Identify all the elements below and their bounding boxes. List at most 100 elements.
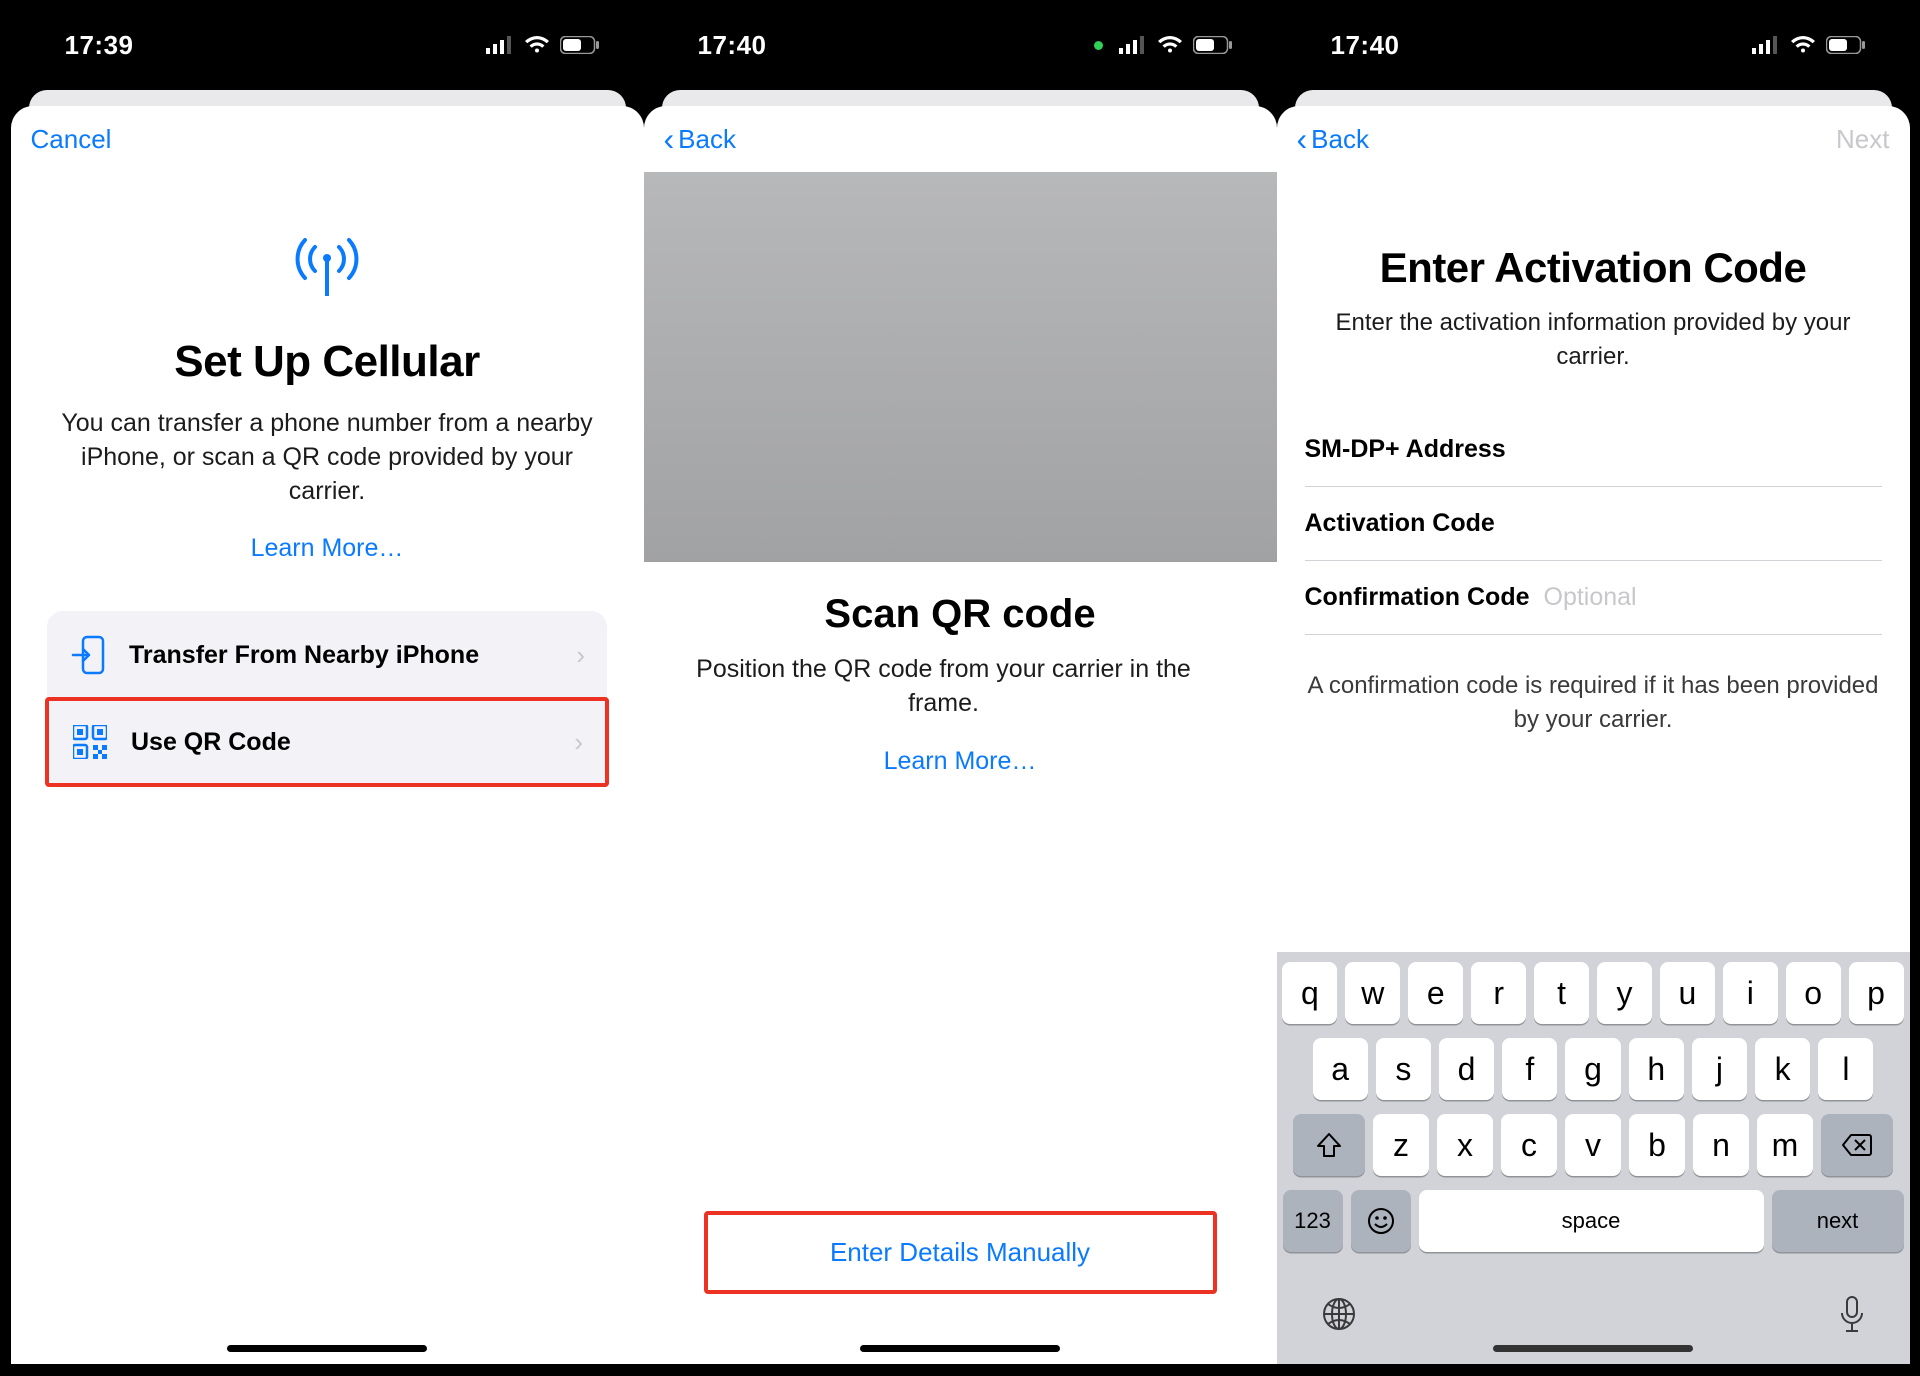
keyboard-row-2: a s d f g h j k l [1283,1038,1904,1100]
page-title: Scan QR code [674,592,1247,637]
key-emoji[interactable] [1351,1190,1411,1252]
back-label: Back [1311,124,1369,155]
field-confirmation-code[interactable]: Confirmation Code Optional [1305,561,1882,635]
field-smdp-address[interactable]: SM-DP+ Address [1305,413,1882,487]
modal-sheet: Cancel Set Up Cellular [11,106,644,1364]
key-next[interactable]: next [1772,1190,1904,1252]
wifi-icon [1790,35,1816,55]
key-numeric[interactable]: 123 [1283,1190,1343,1252]
page-body: You can transfer a phone number from a n… [57,407,597,508]
key-l[interactable]: l [1818,1038,1873,1100]
key-p[interactable]: p [1849,962,1904,1024]
keyboard: q w e r t y u i o p a s d [1277,952,1910,1364]
emoji-icon [1367,1207,1395,1235]
key-h[interactable]: h [1629,1038,1684,1100]
back-button[interactable]: ‹ Back [664,123,736,155]
back-label: Back [678,124,736,155]
key-b[interactable]: b [1629,1114,1685,1176]
key-q[interactable]: q [1282,962,1337,1024]
shift-icon [1316,1132,1342,1158]
key-a[interactable]: a [1313,1038,1368,1100]
page-subtitle: Enter the activation information provide… [1305,306,1882,373]
key-s[interactable]: s [1376,1038,1431,1100]
page-body: Position the QR code from your carrier i… [674,653,1214,721]
key-t[interactable]: t [1534,962,1589,1024]
keyboard-row-1: q w e r t y u i o p [1283,962,1904,1024]
key-r[interactable]: r [1471,962,1526,1024]
modal-sheet: ‹ Back Next Enter Activation Code Enter … [1277,106,1910,1364]
back-button[interactable]: ‹ Back [1297,123,1369,155]
chevron-left-icon: ‹ [1297,123,1308,155]
status-icons [1752,35,1866,55]
option-transfer-nearby[interactable]: Transfer From Nearby iPhone › [47,611,607,699]
status-icons [1094,35,1233,55]
learn-more-link[interactable]: Learn More… [251,534,404,563]
key-y[interactable]: y [1597,962,1652,1024]
status-icons [486,35,600,55]
key-f[interactable]: f [1502,1038,1557,1100]
page-title: Set Up Cellular [174,337,479,387]
options-list: Transfer From Nearby iPhone › [47,611,607,785]
cellular-icon [1119,36,1147,54]
chevron-right-icon: › [576,640,585,671]
key-k[interactable]: k [1755,1038,1810,1100]
key-m[interactable]: m [1757,1114,1813,1176]
wifi-icon [1157,35,1183,55]
battery-icon [1193,36,1233,54]
globe-button[interactable] [1321,1296,1357,1337]
option-use-qr-code[interactable]: Use QR Code › [45,697,609,787]
home-indicator[interactable] [1493,1345,1693,1352]
key-n[interactable]: n [1693,1114,1749,1176]
next-button[interactable]: Next [1836,124,1889,155]
nav-bar: Cancel [11,106,644,172]
dictation-button[interactable] [1838,1295,1866,1338]
nav-bar: ‹ Back Next [1277,106,1910,172]
globe-icon [1321,1296,1357,1332]
chevron-right-icon: › [574,727,583,758]
option-label: Use QR Code [131,728,552,757]
camera-viewport [644,172,1277,562]
status-time: 17:40 [1331,30,1400,61]
nav-bar: ‹ Back [644,106,1277,172]
key-space[interactable]: space [1419,1190,1764,1252]
status-time: 17:39 [65,30,134,61]
key-w[interactable]: w [1345,962,1400,1024]
key-j[interactable]: j [1692,1038,1747,1100]
page-title: Enter Activation Code [1305,244,1882,292]
key-shift[interactable] [1293,1114,1365,1176]
key-g[interactable]: g [1565,1038,1620,1100]
cellular-signal-icon [288,236,366,301]
wifi-icon [524,35,550,55]
enter-details-manually-button[interactable]: Enter Details Manually [704,1211,1217,1294]
home-indicator[interactable] [227,1345,427,1352]
modal-sheet: ‹ Back Scan QR code Position the QR code… [644,106,1277,1364]
phone-screenshot-2: 17:40 ‹ Back Scan QR co [644,12,1277,1364]
key-x[interactable]: x [1437,1114,1493,1176]
chevron-left-icon: ‹ [664,123,675,155]
keyboard-toolbar [1283,1266,1904,1356]
learn-more-link[interactable]: Learn More… [674,747,1247,776]
key-o[interactable]: o [1786,962,1841,1024]
cellular-icon [1752,36,1780,54]
keyboard-row-4: 123 space next [1283,1190,1904,1252]
key-e[interactable]: e [1408,962,1463,1024]
field-optional-hint: Optional [1544,583,1637,612]
transfer-icon [69,635,107,675]
field-label: SM-DP+ Address [1305,435,1506,464]
key-backspace[interactable] [1821,1114,1893,1176]
key-z[interactable]: z [1373,1114,1429,1176]
key-i[interactable]: i [1723,962,1778,1024]
key-c[interactable]: c [1501,1114,1557,1176]
phone-screenshot-1: 17:39 Cancel [11,12,644,1364]
status-bar: 17:39 [11,12,644,78]
key-u[interactable]: u [1660,962,1715,1024]
helper-text: A confirmation code is required if it ha… [1305,669,1882,736]
home-indicator[interactable] [860,1345,1060,1352]
status-bar: 17:40 [1277,12,1910,78]
key-d[interactable]: d [1439,1038,1494,1100]
status-bar: 17:40 [644,12,1277,78]
cancel-button[interactable]: Cancel [31,124,112,155]
field-activation-code[interactable]: Activation Code [1305,487,1882,561]
camera-active-dot [1094,41,1103,50]
key-v[interactable]: v [1565,1114,1621,1176]
